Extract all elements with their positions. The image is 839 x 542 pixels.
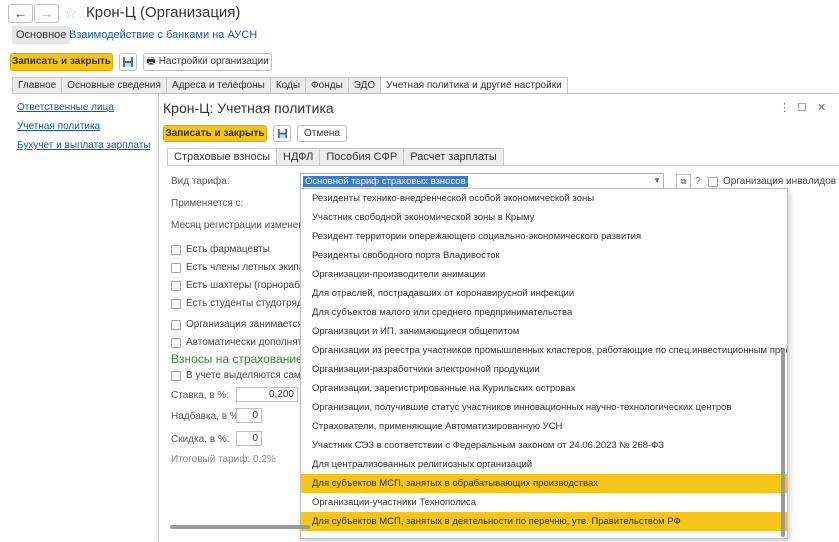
arrow-right-icon: →: [39, 5, 54, 21]
forward-button[interactable]: →: [34, 4, 59, 23]
discount-input[interactable]: 0: [236, 431, 262, 446]
sidebar-item-policy[interactable]: Учетная политика: [17, 121, 100, 132]
maximize-icon[interactable]: ☐: [797, 101, 807, 114]
dropdown-item[interactable]: Резиденты свободного порта Владивосток: [301, 246, 787, 265]
inner-divider: [167, 165, 839, 166]
section-tab-main[interactable]: Главное: [12, 77, 63, 94]
rate-label: Ставка, в %:: [171, 390, 230, 401]
reg-month-label: Месяц регистрации изменений:: [171, 220, 318, 231]
checkbox[interactable]: [171, 262, 181, 273]
dropdown-item[interactable]: Организации, зарегистрированные на Курил…: [301, 379, 787, 398]
tariff-dropdown[interactable]: Резиденты технико-внедренческой особой э…: [300, 188, 788, 539]
org-settings-button[interactable]: 🖶 Настройки организации: [143, 53, 272, 71]
tab-main[interactable]: Основное: [12, 26, 71, 44]
tab-payroll[interactable]: Расчет зарплаты: [403, 148, 504, 166]
dropdown-item[interactable]: Страхователи, применяющие Автоматизирова…: [301, 417, 787, 436]
dropdown-item[interactable]: Для субъектов малого или среднего предпр…: [301, 303, 787, 322]
dialog-save-close-button[interactable]: Записать и закрыть: [163, 125, 267, 142]
open-icon: ⧉: [680, 177, 687, 186]
check-org-activity-label: Организация занимается ра: [186, 319, 317, 330]
close-icon[interactable]: ✕: [817, 101, 826, 114]
save-close-button[interactable]: Записать и закрыть: [10, 53, 113, 71]
section-tab-codes[interactable]: Коды: [269, 77, 307, 94]
checkbox[interactable]: [171, 370, 181, 381]
help-icon[interactable]: ?: [695, 176, 701, 187]
section-tabs: Главное Основные сведения Адреса и телеф…: [12, 77, 568, 94]
extra-label: Надбавка, в %:: [171, 411, 242, 422]
disabled-org-check[interactable]: Организация инвалидов: [708, 176, 836, 187]
dropdown-item[interactable]: Участник СЭЗ в соответствии с Федеральны…: [301, 436, 787, 455]
section-tab-addresses[interactable]: Адреса и телефоны: [165, 77, 271, 94]
org-settings-label: Настройки организации: [158, 56, 269, 67]
applies-from-label: Применяется с:: [171, 198, 244, 209]
disabled-org-label: Организация инвалидов: [723, 176, 837, 187]
checkbox[interactable]: [171, 280, 181, 291]
checkbox[interactable]: [171, 337, 181, 348]
dropdown-item[interactable]: Организации-разработчики электронной про…: [301, 360, 787, 379]
more-icon[interactable]: ⋮: [779, 101, 790, 114]
tab-ndfl[interactable]: НДФЛ: [276, 148, 321, 166]
dialog-title: Крон-Ц: Учетная политика: [163, 100, 334, 116]
dropdown-scrollbar[interactable]: [781, 349, 785, 537]
checkbox[interactable]: [171, 319, 181, 330]
star-icon[interactable]: ☆: [64, 4, 77, 22]
section-tab-edo[interactable]: ЭДО: [347, 77, 382, 94]
dropdown-item[interactable]: Для централизованных религиозных организ…: [301, 455, 787, 474]
dropdown-item[interactable]: Организации-производители анимации: [301, 265, 787, 284]
checkbox[interactable]: [171, 298, 181, 309]
section-heading: Взносы на страхование от: [171, 352, 318, 366]
dropdown-list: Резиденты технико-внедренческой особой э…: [301, 189, 787, 531]
chevron-down-icon[interactable]: ▼: [653, 176, 661, 185]
dialog-save-button[interactable]: [273, 125, 291, 142]
check-students[interactable]: Есть студенты студотрядов: [171, 298, 314, 309]
extra-input[interactable]: 0: [236, 408, 262, 423]
window-title: Крон-Ц (Организация): [86, 4, 241, 21]
tariff-value: Основной тариф страховых взносов: [303, 176, 468, 187]
check-pharmacists[interactable]: Есть фармацевты: [171, 244, 270, 255]
section-tab-basic[interactable]: Основные сведения: [61, 77, 167, 94]
dropdown-item[interactable]: Организации-участники Технополиса: [301, 493, 787, 512]
rate-input[interactable]: 0,200: [236, 387, 298, 402]
check-students-label: Есть студенты студотрядов: [186, 298, 314, 309]
dropdown-item[interactable]: Организации из реестра участников промыш…: [301, 341, 787, 360]
cancel-button[interactable]: Отмена: [297, 125, 347, 142]
dropdown-item[interactable]: Организации и ИП, занимающиеся общепитом: [301, 322, 787, 341]
tab-benefits[interactable]: Пособия СФР: [319, 148, 405, 166]
total-tariff: Итоговый тариф: 0,2%: [171, 454, 276, 465]
check-miners-label: Есть шахтеры (горнорабочи: [186, 280, 317, 291]
printer-icon: 🖶: [146, 56, 156, 67]
floppy-icon: [123, 57, 133, 67]
horizontal-scrollbar[interactable]: [170, 525, 310, 529]
sidebar-item-responsible[interactable]: Ответственные лица: [17, 102, 114, 113]
dropdown-item[interactable]: Для субъектов МСП, занятых в обрабатываю…: [301, 474, 787, 493]
save-button[interactable]: [119, 53, 137, 71]
tab-bank-link[interactable]: Взаимодействие с банками на АУСН: [69, 26, 257, 44]
floppy-icon: [277, 128, 287, 139]
dropdown-item[interactable]: Для субъектов МСП, занятых в деятельност…: [301, 512, 787, 531]
open-form-button[interactable]: ⧉: [676, 174, 691, 189]
dropdown-item[interactable]: Организации, получившие статус участнико…: [301, 398, 787, 417]
dropdown-item[interactable]: Резиденты технико-внедренческой особой э…: [301, 189, 787, 208]
checkbox[interactable]: [708, 176, 718, 187]
tab-insurance[interactable]: Страховые взносы: [167, 148, 277, 166]
check-pharmacists-label: Есть фармацевты: [186, 244, 270, 255]
sidebar-item-accounting[interactable]: Бухучет и выплата зарплаты: [17, 140, 150, 151]
dropdown-item[interactable]: Для отраслей, пострадавших от коронавиру…: [301, 284, 787, 303]
check-flight-crew-label: Есть члены летных экипаж: [186, 262, 312, 273]
check-auto-fill[interactable]: Автоматически дополнять об: [171, 337, 321, 348]
back-button[interactable]: ←: [8, 4, 33, 23]
discount-label: Скидка, в %:: [171, 434, 230, 445]
section-tab-funds[interactable]: Фонды: [305, 77, 349, 94]
tariff-label: Вид тарифа:: [171, 176, 230, 187]
check-flight-crew[interactable]: Есть члены летных экипаж: [171, 262, 311, 273]
checkbox[interactable]: [171, 244, 181, 255]
dropdown-item[interactable]: Резидент территории опережающего социаль…: [301, 227, 787, 246]
check-org-activity[interactable]: Организация занимается ра: [171, 319, 317, 330]
dropdown-item[interactable]: Участник свободной экономической зоны в …: [301, 208, 787, 227]
arrow-left-icon: ←: [13, 5, 28, 21]
section-tab-policy[interactable]: Учетная политика и другие настройки: [380, 77, 568, 94]
inner-tabs: Страховые взносы НДФЛ Пособия СФР Расчет…: [167, 148, 504, 166]
check-miners[interactable]: Есть шахтеры (горнорабочи: [171, 280, 316, 291]
check-separate[interactable]: В учете выделяются самосто: [171, 370, 321, 381]
